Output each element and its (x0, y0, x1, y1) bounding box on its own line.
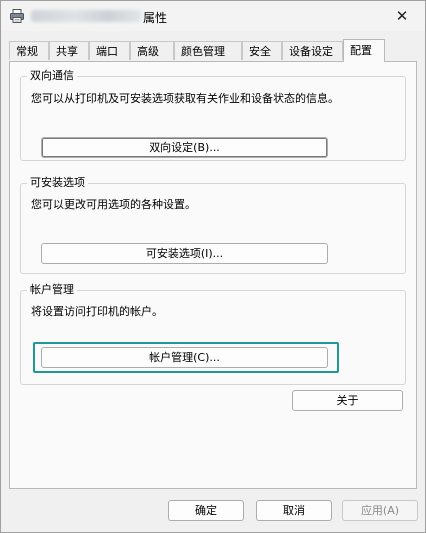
installable-options-group: 可安装选项 您可以更改可用选项的各种设置。 可安装选项(I)... (20, 176, 406, 274)
bidirectional-group: 双向通信 您可以从打印机及可安装选项获取有关作业和设备状态的信息。 双向设定(B… (20, 69, 406, 161)
installable-options-description: 您可以更改可用选项的各种设置。 (31, 198, 196, 211)
tab-general[interactable]: 常规 (9, 41, 49, 60)
tab-color-management[interactable]: 颜色管理 (174, 41, 242, 60)
installable-options-group-title: 可安装选项 (27, 176, 88, 190)
window-title: 属性 (143, 11, 168, 25)
configuration-panel: 双向通信 您可以从打印机及可安装选项获取有关作业和设备状态的信息。 双向设定(B… (9, 61, 417, 489)
account-management-button[interactable]: 帐户管理(C)... (41, 347, 328, 368)
title-bar: 属性 ✕ (1, 1, 425, 31)
tab-advanced[interactable]: 高级 (130, 41, 174, 60)
bidirectional-group-title: 双向通信 (27, 69, 77, 83)
bidirectional-description: 您可以从打印机及可安装选项获取有关作业和设备状态的信息。 (31, 92, 339, 105)
bidirectional-settings-button[interactable]: 双向设定(B)... (41, 137, 328, 158)
account-management-group: 帐户管理 将设置访问打印机的帐户。 帐户管理(C)... (20, 283, 406, 385)
installable-options-button[interactable]: 可安装选项(I)... (41, 243, 328, 264)
tab-configuration[interactable]: 配置 (343, 39, 385, 62)
tab-ports[interactable]: 端口 (89, 41, 130, 60)
tab-sharing[interactable]: 共享 (49, 41, 89, 60)
account-management-description: 将设置访问打印机的帐户。 (31, 305, 163, 318)
cancel-button[interactable]: 取消 (256, 500, 332, 521)
tab-device-settings[interactable]: 设备设定 (282, 41, 343, 60)
printer-name-redacted (31, 10, 141, 22)
account-management-group-title: 帐户管理 (27, 283, 77, 297)
apply-button[interactable]: 应用(A) (342, 500, 418, 521)
tab-security[interactable]: 安全 (242, 41, 282, 60)
about-button[interactable]: 关于 (292, 390, 403, 411)
ok-button[interactable]: 确定 (168, 500, 244, 521)
printer-icon (10, 9, 24, 23)
close-button[interactable]: ✕ (379, 1, 425, 31)
close-icon: ✕ (395, 7, 409, 25)
properties-dialog: 属性 ✕ 常规 共享 端口 高级 颜色管理 安全 设备设定 配置 双向通信 您可… (0, 0, 426, 533)
